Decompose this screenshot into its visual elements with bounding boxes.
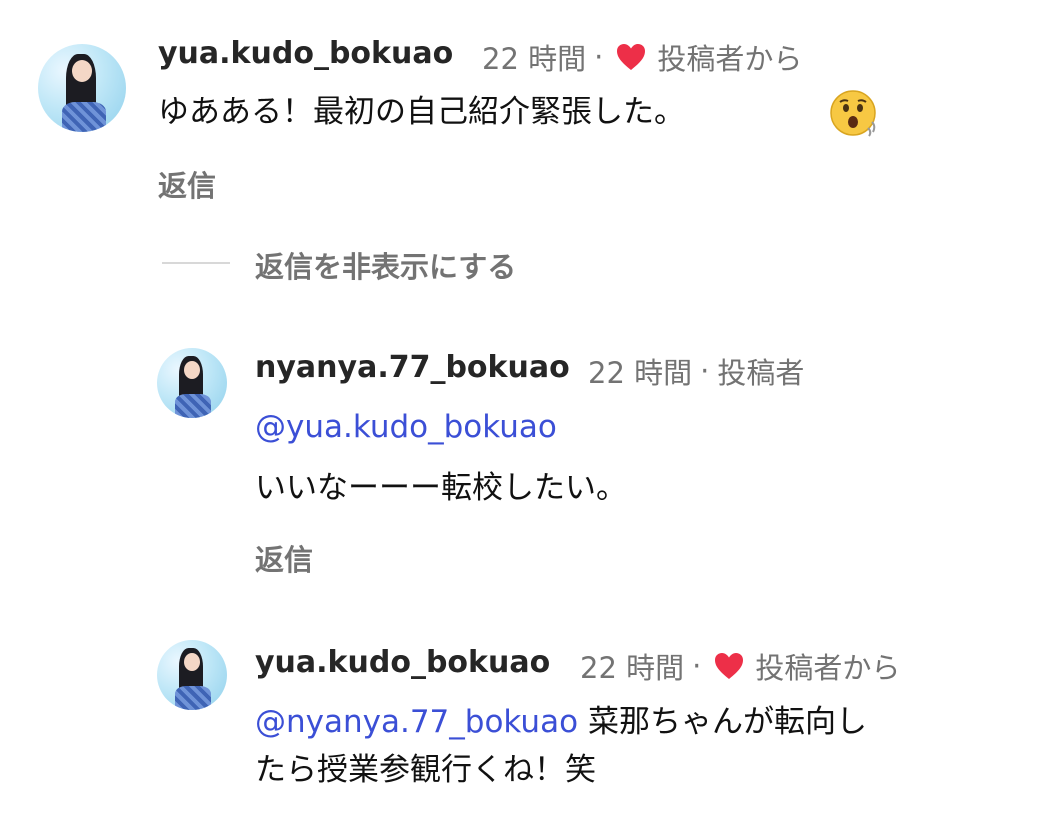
avatar[interactable] — [157, 640, 227, 710]
reply-username[interactable]: yua.kudo_bokuao — [255, 645, 550, 680]
separator-dot: · — [692, 649, 702, 683]
author-badge: 投稿者 — [717, 356, 805, 390]
reply-button[interactable]: 返信 — [158, 163, 216, 205]
avatar[interactable] — [38, 44, 126, 132]
comment-username[interactable]: yua.kudo_bokuao — [158, 36, 453, 71]
reply-meta: 22 時間 · 投稿者 — [588, 350, 804, 392]
reply-username[interactable]: nyanya.77_bokuao — [255, 350, 570, 385]
astonished-face-icon — [830, 90, 876, 137]
divider-line — [162, 262, 230, 264]
reply-meta: 22 時間 · 投稿者から — [580, 645, 900, 687]
comment-meta: 22 時間 · 投稿者から — [482, 36, 802, 78]
reply-text: いいなーーー転校したい。 — [255, 470, 627, 506]
mention-link[interactable]: @yua.kudo_bokuao — [255, 402, 557, 452]
author-badge: 投稿者から — [755, 651, 901, 685]
reply-text: 菜那ちゃんが転向し — [588, 704, 868, 740]
mention-link[interactable]: @nyanya.77_bokuao — [255, 704, 578, 740]
hide-replies-button[interactable]: 返信を非表示にする — [255, 244, 516, 286]
avatar[interactable] — [157, 348, 227, 418]
comment-text: ゆあある！最初の自己紹介緊張した。 — [158, 94, 685, 130]
reply-text-line-2: たら授業参観行くね！笑 — [255, 752, 596, 788]
comment-time: 22 時間 — [482, 42, 587, 76]
reply-time: 22 時間 — [588, 356, 693, 390]
separator-dot: · — [700, 354, 710, 388]
author-badge: 投稿者から — [657, 42, 803, 76]
heart-icon — [617, 44, 646, 70]
reply-text-line-1: @nyanya.77_bokuao 菜那ちゃんが転向し — [255, 697, 867, 747]
heart-icon — [715, 653, 744, 679]
separator-dot: · — [594, 40, 604, 74]
reply-button[interactable]: 返信 — [255, 537, 313, 579]
reply-time: 22 時間 — [580, 651, 685, 685]
